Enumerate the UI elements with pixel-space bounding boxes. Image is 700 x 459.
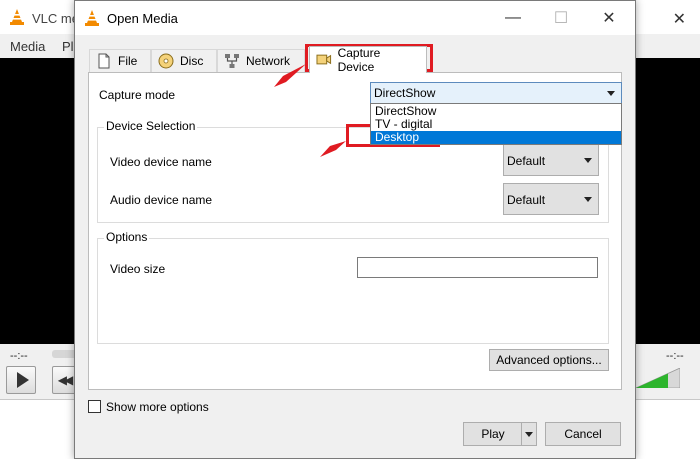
dropdown-option-desktop[interactable]: Desktop	[371, 131, 621, 144]
tab-capture-device[interactable]: Capture Device	[309, 46, 427, 74]
tab-capture-device-label: Capture Device	[337, 46, 381, 74]
capture-device-icon	[316, 54, 332, 65]
arrow-to-desktop	[320, 141, 346, 157]
arrow-to-capture-tab	[274, 64, 306, 87]
capture-mode-dropdown: DirectShow TV - digital Desktop	[370, 103, 622, 145]
